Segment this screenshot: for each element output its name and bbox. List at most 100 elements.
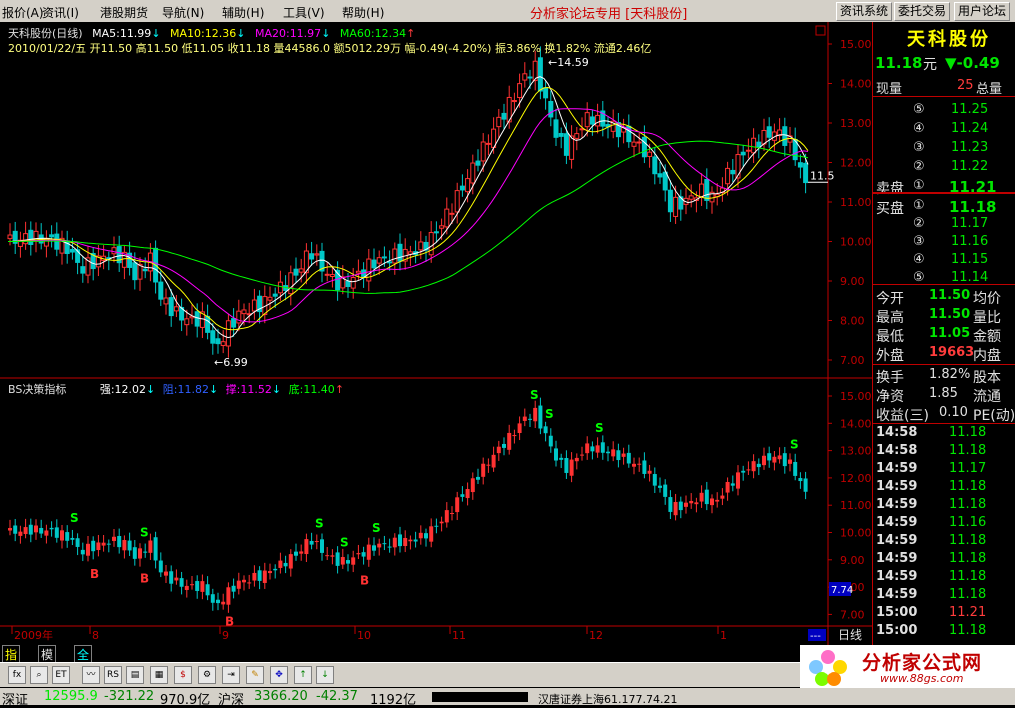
dollar-icon[interactable]: $: [174, 666, 192, 684]
bs-candle-body: [34, 525, 38, 533]
stat2-label-2: 流通: [973, 389, 1001, 405]
bs-candle-body: [268, 571, 272, 574]
candle-body: [496, 116, 502, 128]
bs-candle-body: [751, 461, 756, 472]
stat-label: 最高: [876, 310, 904, 326]
y-tick-label: 8.00: [840, 315, 865, 328]
candle-body: [563, 133, 569, 156]
search-icon[interactable]: ⌕: [30, 666, 48, 684]
stat2-label-2: 股本: [973, 370, 1001, 386]
menu-news[interactable]: 资讯(I): [42, 4, 79, 21]
bs-candle-body: [252, 572, 257, 581]
pencil-icon[interactable]: ✎: [246, 666, 264, 684]
tick-time: 14:58: [876, 425, 918, 440]
forum-button[interactable]: 用户论坛: [954, 2, 1011, 21]
sell-price-2[interactable]: 11.22: [951, 159, 988, 174]
stat-label-2: 内盘: [973, 348, 1001, 364]
menu-quote[interactable]: 报价(A): [2, 4, 44, 21]
arrow-up-icon[interactable]: ↑: [294, 666, 312, 684]
menu-hk-futures[interactable]: 港股期货: [100, 4, 148, 21]
candle-body: [163, 297, 169, 305]
bs-candle-body: [361, 552, 366, 557]
menu-assist[interactable]: 辅助(H): [222, 4, 264, 21]
bs-candle-body: [18, 531, 23, 536]
bs-candle-body: [278, 560, 283, 568]
bs-candle-body: [122, 540, 127, 551]
kline-chart[interactable]: 15.00 14.00 13.00 12.00 11.00 10.00 9.00 8.00 7.…: [0, 22, 872, 645]
buy-price-2[interactable]: 11.17: [951, 216, 988, 231]
candle-body: [558, 132, 564, 137]
sell-level-1: ①: [913, 178, 925, 193]
candle-body: [80, 266, 86, 274]
stats-icon[interactable]: ▤: [126, 666, 144, 684]
chart-panel[interactable]: 15.00 14.00 13.00 12.00 11.00 10.00 9.00 8.00 7.…: [0, 22, 872, 645]
tick-time: 14:59: [876, 515, 918, 530]
rsi-icon[interactable]: RS: [104, 666, 122, 684]
candle-body: [225, 320, 231, 347]
status-bar: 深证 12595.9 -321.22 970.9亿 沪深 3366.20 -42…: [0, 688, 1015, 708]
bs-candle-body: [746, 469, 751, 471]
sell-price-3[interactable]: 11.23: [951, 140, 988, 155]
period-label[interactable]: 日线: [838, 628, 862, 642]
panel-maximize-icon[interactable]: [815, 25, 826, 36]
bs-candle-body: [205, 584, 210, 596]
candle-body: [667, 189, 673, 213]
etf-icon[interactable]: ET: [52, 666, 70, 684]
export-icon[interactable]: ⇥: [222, 666, 240, 684]
sell-price-4[interactable]: 11.24: [951, 121, 988, 136]
period-dash: ---: [810, 631, 821, 642]
stat2-label: 收益(三): [876, 408, 929, 424]
line-chart-icon[interactable]: 〰: [82, 666, 100, 684]
bs-candle-body: [221, 601, 226, 605]
sell-price-5[interactable]: 11.25: [951, 102, 988, 117]
calendar-icon[interactable]: ▦: [150, 666, 168, 684]
tick-time: 15:00: [876, 605, 918, 620]
candle-body: [28, 229, 34, 245]
sell-signal: S: [790, 437, 799, 451]
bs-candle-body: [200, 581, 205, 592]
candle-body: [636, 141, 642, 144]
candle-body: [215, 338, 221, 345]
arrow-down-icon[interactable]: ↓: [316, 666, 334, 684]
bs-candle-body: [554, 448, 558, 461]
bs-candle-body: [574, 457, 579, 462]
trade-button[interactable]: 委托交易: [894, 2, 951, 21]
candle-body: [184, 318, 190, 326]
menu-tools[interactable]: 工具(V): [283, 4, 325, 21]
candle-body: [428, 232, 434, 256]
candle-body: [537, 57, 543, 92]
buy-price-3[interactable]: 11.16: [951, 234, 988, 249]
bs-candle-body: [179, 578, 184, 587]
move-icon[interactable]: ✥: [270, 666, 288, 684]
bs-candle-body: [304, 539, 309, 555]
brand-url[interactable]: www.88gs.com: [880, 672, 963, 685]
bs-candle-body: [148, 540, 153, 553]
bs-candle-body: [543, 426, 548, 434]
menu-navigate[interactable]: 导航(N): [162, 4, 204, 21]
brand-name: 分析家公式网: [862, 652, 983, 674]
buy-price-1[interactable]: 11.18: [949, 198, 996, 216]
candle-body: [392, 248, 398, 264]
bs-candle-body: [637, 463, 642, 465]
bs-y-tick-label: 12.00: [840, 472, 872, 485]
now-volume: 25: [957, 78, 974, 93]
candle-body: [480, 141, 486, 162]
tools-icon[interactable]: ⚙: [198, 666, 216, 684]
formula-icon[interactable]: fx: [8, 666, 26, 684]
candle-body: [725, 167, 731, 185]
buy-price-5[interactable]: 11.14: [951, 270, 988, 285]
bs-candle-body: [678, 501, 683, 511]
buy-price-4[interactable]: 11.15: [951, 252, 988, 267]
bs-candle-body: [559, 457, 564, 460]
tool-icon-bar: fx ⌕ ET 〰 RS ▤ ▦ $ ⚙ ⇥ ✎ ✥ ↑ ↓: [0, 662, 800, 687]
bs-candlesticks: [8, 397, 808, 613]
buy-signal: B: [90, 567, 99, 581]
menu-help[interactable]: 帮助(H): [342, 4, 384, 21]
bs-candle-body: [153, 537, 158, 561]
bs-candle-body: [101, 542, 106, 546]
bs-candle-body: [439, 521, 444, 524]
candle-body: [475, 160, 481, 166]
news-system-button[interactable]: 资讯系统: [836, 2, 893, 21]
candle-body: [673, 196, 679, 217]
bs-candle-body: [517, 423, 522, 433]
